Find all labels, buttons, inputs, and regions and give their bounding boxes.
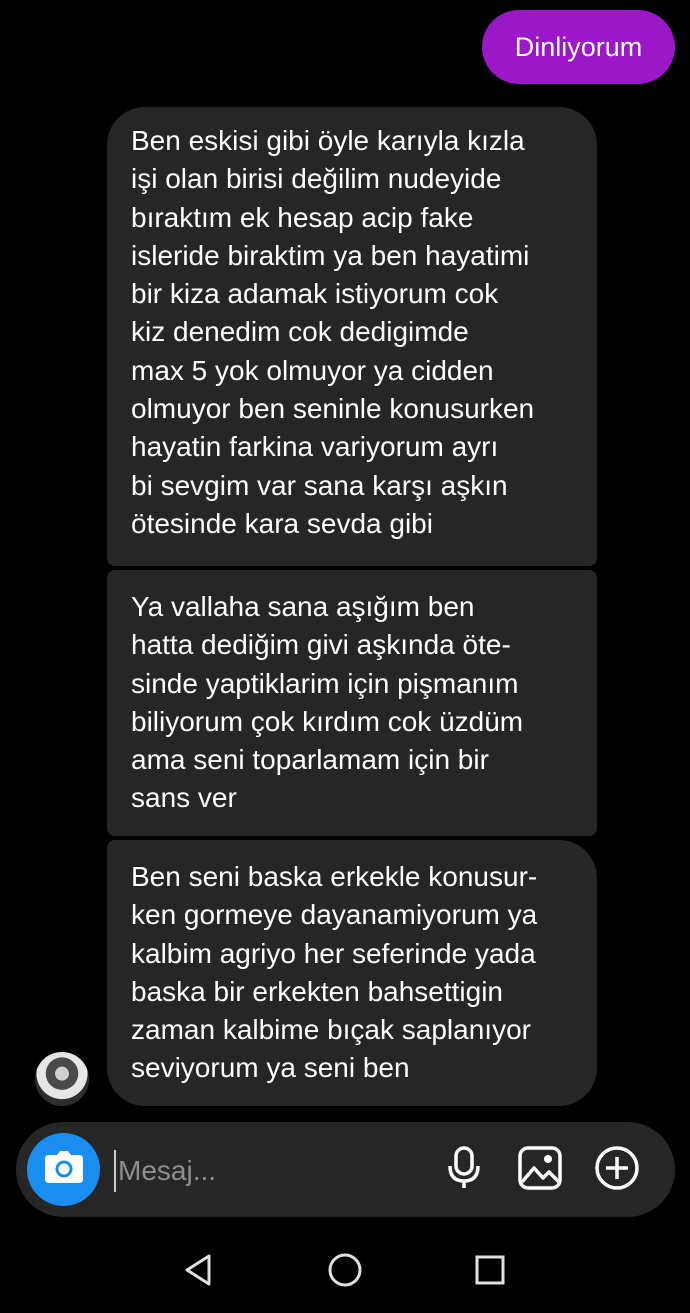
message-line: hatta dediğim givi aşkında öte- <box>131 629 511 661</box>
message-line: ama seni toparlamam için bir <box>131 744 489 776</box>
received-message-bubble[interactable]: Ben eskisi gibi öyle karıyla kızla işi o… <box>107 107 597 566</box>
sent-message-bubble[interactable]: Dinliyorum <box>482 10 675 84</box>
message-line: zaman kalbime bıçak saplanıyor <box>131 1014 531 1046</box>
message-line: bıraktım ek hesap acip fake <box>131 201 474 233</box>
plus-circle-icon <box>594 1145 640 1196</box>
gallery-icon <box>518 1145 562 1195</box>
recents-square-icon <box>474 1254 506 1291</box>
sent-message-text: Dinliyorum <box>514 31 643 62</box>
home-circle-icon <box>327 1252 363 1293</box>
message-line: işi olan birisi değilim nudeyide <box>131 163 502 195</box>
received-message-bubble[interactable]: Ya vallaha sana aşığım ben hatta dediğim… <box>107 570 597 836</box>
received-message-bubble[interactable]: Ben seni baska erkekle konusur- ken gorm… <box>107 840 597 1106</box>
message-line: ken gormeye dayanamiyorum ya <box>131 899 538 931</box>
message-line: sinde yaptiklarim için pişmanım <box>131 667 519 699</box>
message-line: baska bir erkekten bahsettigin <box>131 975 503 1007</box>
message-line: ötesinde kara sevda gibi <box>131 507 433 539</box>
plus-button[interactable] <box>593 1145 641 1196</box>
message-line: sans ver <box>131 782 237 814</box>
message-line: seviyorum ya seni ben <box>131 1052 410 1084</box>
message-input[interactable] <box>114 1150 418 1192</box>
message-line: bir kiza adamak istiyorum cok <box>131 278 499 310</box>
message-line: biliyorum çok kırdım cok üzdüm <box>131 705 524 737</box>
message-line: bi sevgim var sana karşı aşkın <box>131 469 508 501</box>
message-line: kiz denedim cok dedigimde <box>131 316 469 348</box>
gallery-button[interactable] <box>516 1145 564 1195</box>
message-line: Ben seni baska erkekle konusur- <box>131 861 538 892</box>
nav-recents-button[interactable] <box>470 1252 510 1292</box>
sender-avatar[interactable] <box>35 1052 89 1106</box>
back-triangle-icon <box>183 1253 213 1292</box>
message-line: max 5 yok olmuyor ya cidden <box>131 354 494 386</box>
message-line: kalbim agriyo her seferinde yada <box>131 937 536 969</box>
message-line: Ben eskisi gibi öyle karıyla kızla <box>131 125 525 156</box>
microphone-icon <box>447 1145 481 1195</box>
nav-back-button[interactable] <box>178 1252 218 1292</box>
message-line: isleride biraktim ya ben hayatimi <box>131 239 530 271</box>
camera-icon <box>44 1151 83 1188</box>
message-line: Ya vallaha sana aşığım ben <box>131 591 475 622</box>
microphone-button[interactable] <box>440 1145 488 1195</box>
message-line: hayatin farkina variyorum ayrı <box>131 431 499 463</box>
message-line: olmuyor ben seninle konusurken <box>131 393 535 425</box>
camera-button[interactable] <box>27 1133 100 1206</box>
nav-home-button[interactable] <box>325 1252 365 1292</box>
